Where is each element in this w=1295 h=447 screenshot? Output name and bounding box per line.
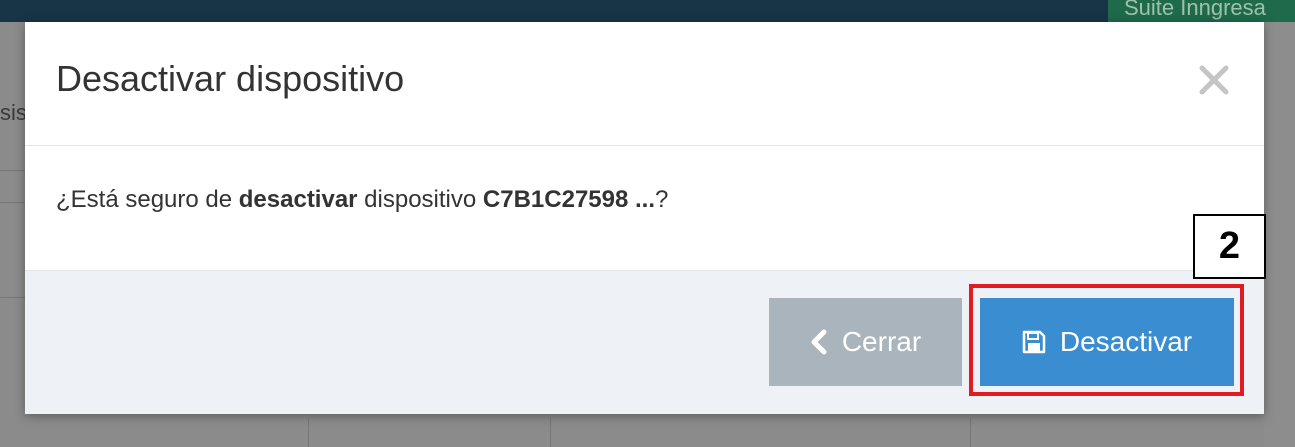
chevron-left-icon — [810, 329, 828, 355]
bg-column-divider — [970, 418, 971, 447]
message-prefix: ¿Está seguro de — [56, 186, 239, 213]
suite-badge: Suite Inngresa — [1108, 0, 1295, 22]
device-id: C7B1C27598 ... — [482, 186, 656, 213]
bg-column-divider — [308, 418, 309, 447]
message-suffix: ? — [655, 186, 669, 213]
cancel-button-label: Cerrar — [841, 326, 922, 357]
message-action: desactivar — [238, 186, 358, 213]
deactivate-button-label: Desactivar — [1059, 326, 1193, 357]
bg-column-divider — [550, 418, 551, 447]
confirmation-message: ¿Está seguro de desactivar dispositivo C… — [56, 186, 668, 214]
floppy-disk-icon — [1022, 330, 1046, 354]
modal-title: Desactivar dispositivo — [56, 58, 405, 99]
message-middle: dispositivo — [357, 186, 483, 213]
bg-right-column — [1264, 22, 1295, 447]
deactivate-device-modal: Desactivar dispositivo ¿Está seguro de d… — [25, 22, 1264, 414]
close-icon — [1199, 65, 1229, 95]
step-number-badge: 2 — [1193, 214, 1266, 279]
deactivate-button[interactable]: Desactivar — [980, 298, 1234, 386]
modal-footer: Cerrar Desactivar — [25, 271, 1264, 414]
app-topbar — [0, 0, 1295, 22]
modal-header: Desactivar dispositivo — [25, 22, 1264, 146]
cancel-button[interactable]: Cerrar — [769, 298, 962, 386]
bg-partial-text: sis — [0, 100, 27, 125]
modal-body: ¿Está seguro de desactivar dispositivo C… — [25, 146, 1264, 271]
close-button[interactable] — [1194, 60, 1234, 100]
